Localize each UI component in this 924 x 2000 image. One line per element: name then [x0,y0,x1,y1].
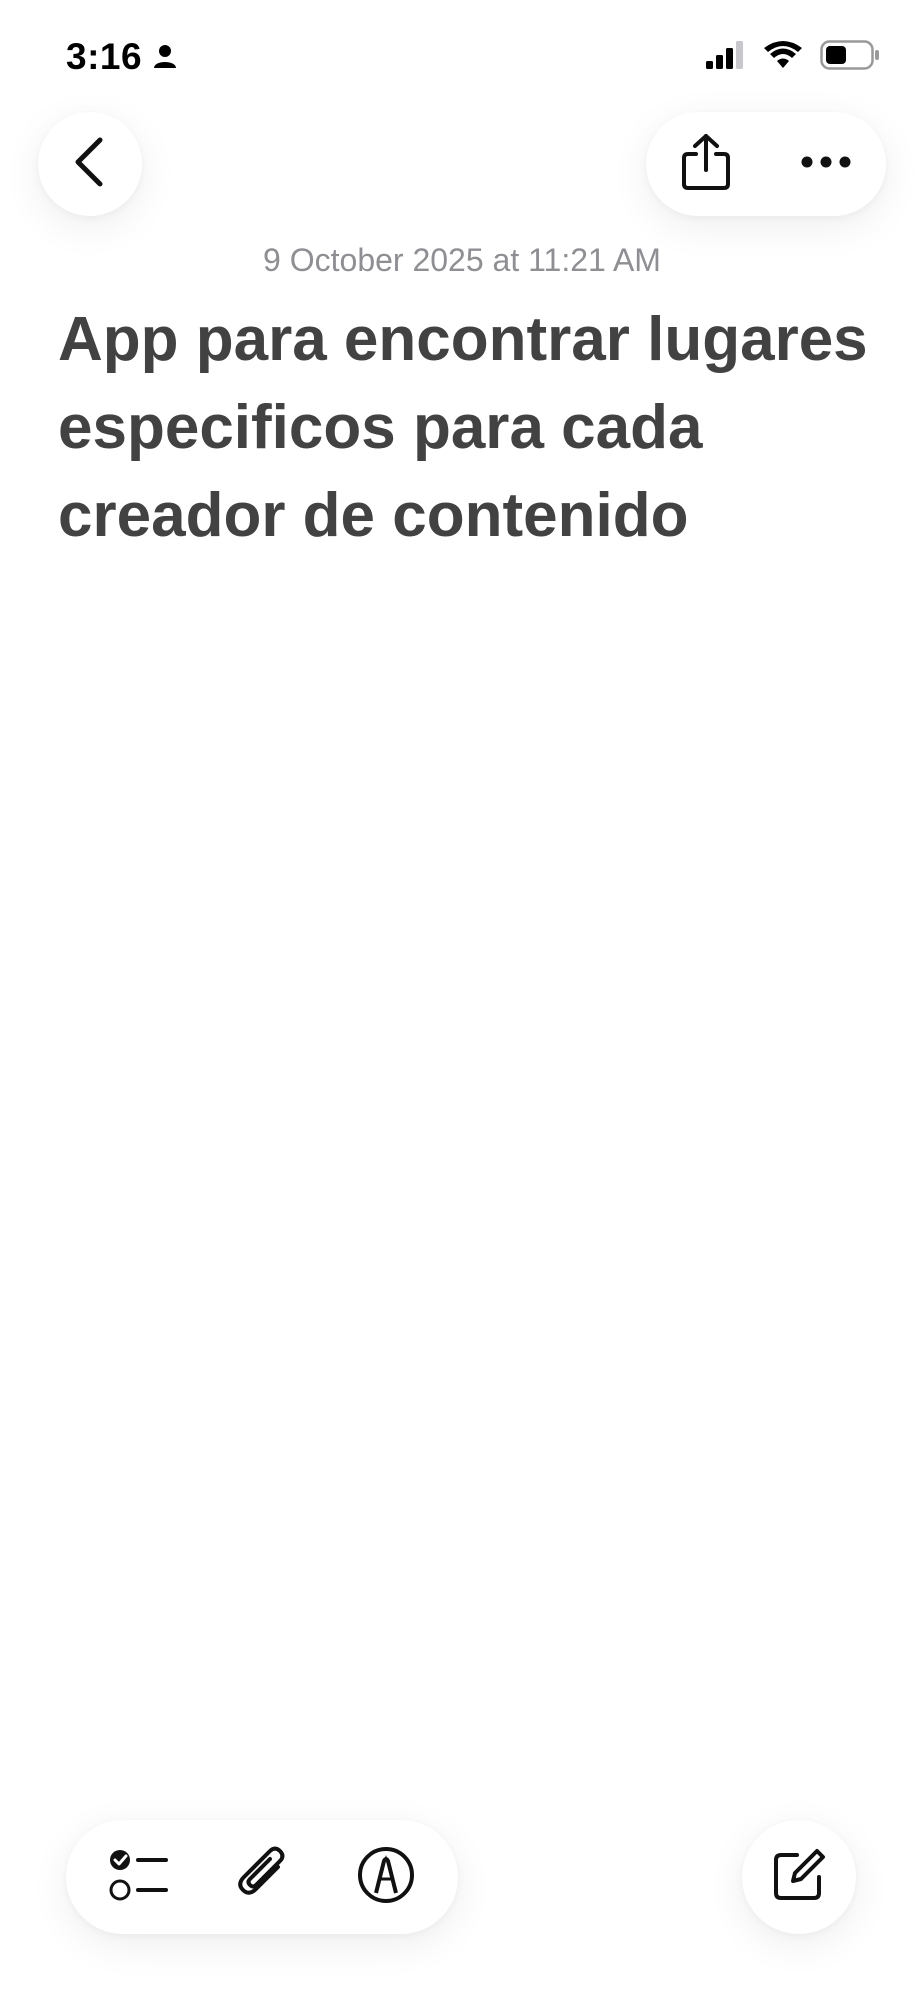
battery-icon [820,40,880,75]
markup-pen-icon [356,1845,416,1910]
status-indicators [706,40,880,75]
compose-button[interactable] [742,1820,856,1934]
attachment-button[interactable] [217,1832,307,1922]
markup-button[interactable] [341,1832,431,1922]
bottom-toolbar [66,1820,458,1934]
checklist-button[interactable] [93,1832,183,1922]
share-icon [680,132,732,197]
wifi-icon [764,41,802,74]
share-button[interactable] [661,119,751,209]
person-icon [152,36,178,78]
more-button[interactable] [781,119,871,209]
checklist-icon [108,1847,168,1908]
compose-icon [771,1847,827,1908]
top-actions [646,112,886,216]
note-date: 9 October 2025 at 11:21 AM [263,242,661,278]
note-title[interactable]: App para encontrar lugares especificos p… [58,296,878,560]
more-icon [800,155,852,174]
paperclip-icon [234,1845,290,1910]
status-time: 3:16 [66,36,178,78]
status-time-text: 3:16 [66,36,143,77]
back-button[interactable] [38,112,142,216]
cellular-signal-icon [706,41,746,74]
chevron-left-icon [70,136,110,193]
